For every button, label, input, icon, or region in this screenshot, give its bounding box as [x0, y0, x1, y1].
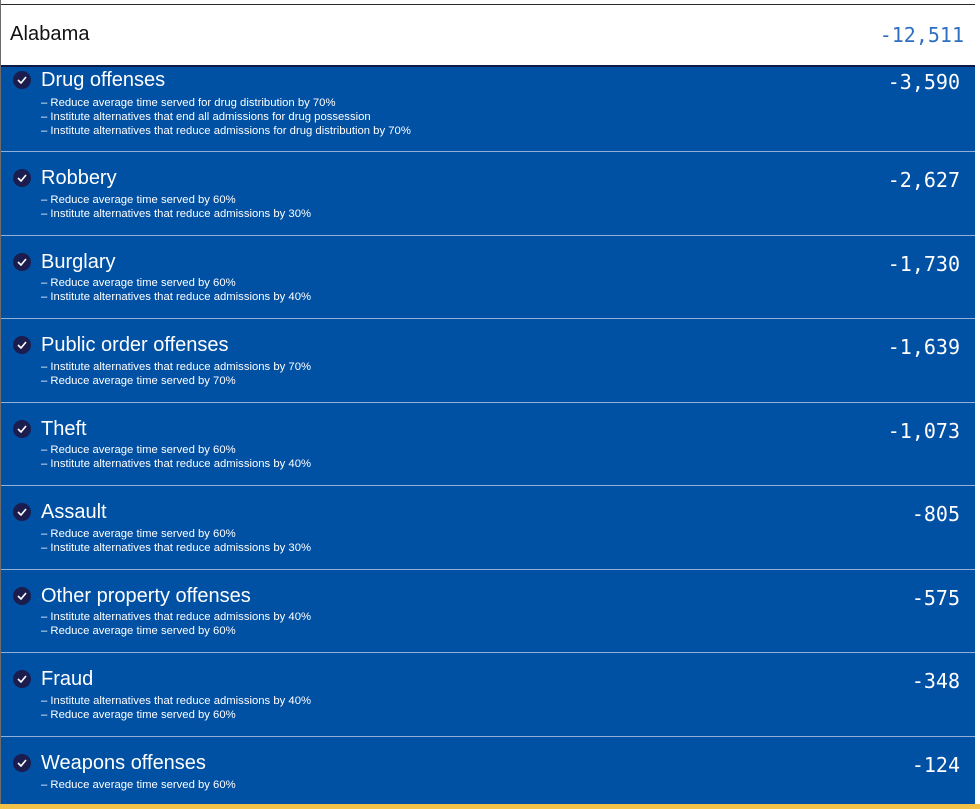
offense-value: -1,639 — [887, 335, 960, 359]
offense-title: Burglary — [41, 251, 116, 273]
offense-detail: – Reduce average time served by 60% — [41, 709, 236, 721]
offense-value: -348 — [911, 669, 960, 693]
offense-row-robbery[interactable]: Robbery -2,627 – Reduce average time ser… — [1, 152, 975, 236]
offense-detail: – Institute alternatives that reduce adm… — [41, 542, 312, 554]
state-header-row[interactable]: Alabama -12,511 — [1, 5, 975, 65]
offense-detail: – Institute alternatives that reduce adm… — [41, 695, 312, 707]
offense-value: -124 — [911, 753, 960, 777]
offense-detail: – Reduce average time served for drug di… — [41, 97, 336, 109]
state-total: -12,511 — [879, 23, 964, 47]
offense-detail: – Reduce average time served by 60% — [41, 194, 236, 206]
offense-title: Drug offenses — [41, 69, 166, 91]
offense-title: Weapons offenses — [41, 752, 206, 774]
offense-title: Theft — [41, 418, 87, 440]
checkmark-circle-icon[interactable] — [13, 71, 31, 89]
checkmark-circle-icon[interactable] — [13, 503, 31, 521]
offense-detail: – Institute alternatives that reduce adm… — [41, 611, 312, 623]
footer-accent-bar — [0, 804, 980, 809]
offense-title: Assault — [41, 501, 107, 523]
offense-detail: – Reduce average time served by 60% — [41, 277, 236, 289]
offense-row-theft[interactable]: Theft -1,073 – Reduce average time serve… — [1, 403, 975, 486]
offense-title: Fraud — [41, 668, 94, 690]
offense-detail: – Reduce average time served by 60% — [41, 779, 236, 791]
offense-detail: – Institute alternatives that reduce adm… — [41, 291, 312, 303]
checkmark-circle-icon[interactable] — [13, 754, 31, 772]
offense-list: Drug offenses -3,590 – Reduce average ti… — [1, 67, 975, 804]
offense-detail: – Institute alternatives that reduce adm… — [41, 125, 411, 137]
offense-row-public-order-offenses[interactable]: Public order offenses -1,639 – Institute… — [1, 319, 975, 403]
checkmark-circle-icon[interactable] — [13, 670, 31, 688]
offense-detail: – Reduce average time served by 60% — [41, 528, 236, 540]
offense-value: -3,590 — [887, 70, 960, 94]
offense-title: Other property offenses — [41, 585, 251, 607]
offense-row-other-property-offenses[interactable]: Other property offenses -575 – Institute… — [1, 570, 975, 653]
checkmark-circle-icon[interactable] — [13, 253, 31, 271]
offense-detail: – Institute alternatives that reduce adm… — [41, 361, 312, 373]
offense-row-assault[interactable]: Assault -805 – Reduce average time serve… — [1, 486, 975, 570]
offense-value: -1,073 — [887, 419, 960, 443]
state-name: Alabama — [10, 23, 90, 45]
offense-row-drug-offenses[interactable]: Drug offenses -3,590 – Reduce average ti… — [1, 67, 975, 152]
offense-detail: – Reduce average time served by 60% — [41, 444, 236, 456]
offense-value: -2,627 — [887, 168, 960, 192]
offense-title: Public order offenses — [41, 334, 229, 356]
checkmark-circle-icon[interactable] — [13, 587, 31, 605]
offense-row-burglary[interactable]: Burglary -1,730 – Reduce average time se… — [1, 236, 975, 319]
offense-row-fraud[interactable]: Fraud -348 – Institute alternatives that… — [1, 653, 975, 737]
state-breakdown-panel: Alabama -12,511 Drug offenses -3,590 – R… — [0, 0, 975, 809]
offense-detail: – Reduce average time served by 60% — [41, 625, 236, 637]
offense-value: -1,730 — [887, 252, 960, 276]
offense-detail: – Institute alternatives that reduce adm… — [41, 458, 312, 470]
offense-row-weapons-offenses[interactable]: Weapons offenses -124 – Reduce average t… — [1, 737, 975, 804]
offense-detail: – Reduce average time served by 70% — [41, 375, 236, 387]
offense-detail: – Institute alternatives that reduce adm… — [41, 208, 312, 220]
checkmark-circle-icon[interactable] — [13, 420, 31, 438]
checkmark-circle-icon[interactable] — [13, 169, 31, 187]
offense-detail: – Institute alternatives that end all ad… — [41, 111, 371, 123]
checkmark-circle-icon[interactable] — [13, 336, 31, 354]
offense-value: -575 — [911, 586, 960, 610]
offense-value: -805 — [911, 502, 960, 526]
offense-title: Robbery — [41, 167, 117, 189]
